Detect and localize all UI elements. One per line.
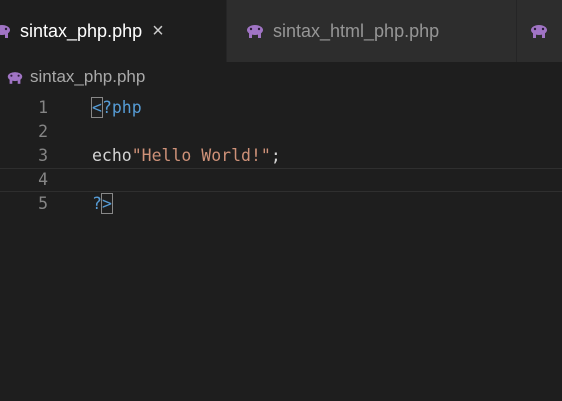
code-area[interactable]: 1 <?php 2 3 echo"Hello World!"; 4 5 ?>: [0, 96, 562, 216]
breadcrumb[interactable]: sintax_php.php: [0, 62, 145, 92]
close-icon[interactable]: ×: [152, 21, 164, 41]
line-number: 3: [38, 146, 48, 165]
line-number: 5: [38, 194, 48, 213]
line-number: 2: [38, 122, 48, 141]
line-content[interactable]: echo"Hello World!";: [92, 144, 281, 168]
tab-bar: sintax_php.php × sintax_html_php.php: [0, 0, 562, 62]
line-number: 1: [38, 98, 48, 117]
current-line-highlight: [88, 168, 562, 192]
line-number: 4: [38, 170, 48, 189]
code-line-current[interactable]: 4: [0, 168, 562, 192]
code-line[interactable]: 2: [0, 120, 562, 144]
tab-label: sintax_html_php.php: [273, 20, 440, 41]
echo-keyword: echo: [92, 146, 132, 165]
close-bracket: >: [100, 193, 113, 214]
php-elephant-icon: [0, 25, 10, 38]
semicolon: ;: [270, 146, 281, 165]
line-content[interactable]: <?php: [91, 96, 142, 120]
php-elephant-icon: [7, 71, 23, 84]
breadcrumb-file[interactable]: sintax_php.php: [30, 67, 145, 87]
code-line[interactable]: 3 echo"Hello World!";: [0, 144, 562, 168]
line-content[interactable]: ?>: [92, 192, 113, 216]
code-line[interactable]: 5 ?>: [0, 192, 562, 216]
php-elephant-icon: [247, 25, 263, 38]
tab-sintax-php[interactable]: sintax_php.php ×: [0, 0, 226, 62]
code-line[interactable]: 1 <?php: [0, 96, 562, 120]
code-editor: sintax_php.php × sintax_html_php.php sin…: [0, 0, 562, 401]
php-open-tag: ?php: [101, 98, 142, 117]
tab-clipped[interactable]: [516, 0, 562, 62]
php-close-question: ?: [92, 194, 102, 213]
tab-label: sintax_php.php: [20, 20, 143, 41]
tab-sintax-html-php[interactable]: sintax_html_php.php: [226, 0, 516, 62]
string-literal: "Hello World!": [131, 146, 271, 165]
php-elephant-icon: [531, 25, 547, 38]
open-bracket: <: [91, 97, 103, 118]
